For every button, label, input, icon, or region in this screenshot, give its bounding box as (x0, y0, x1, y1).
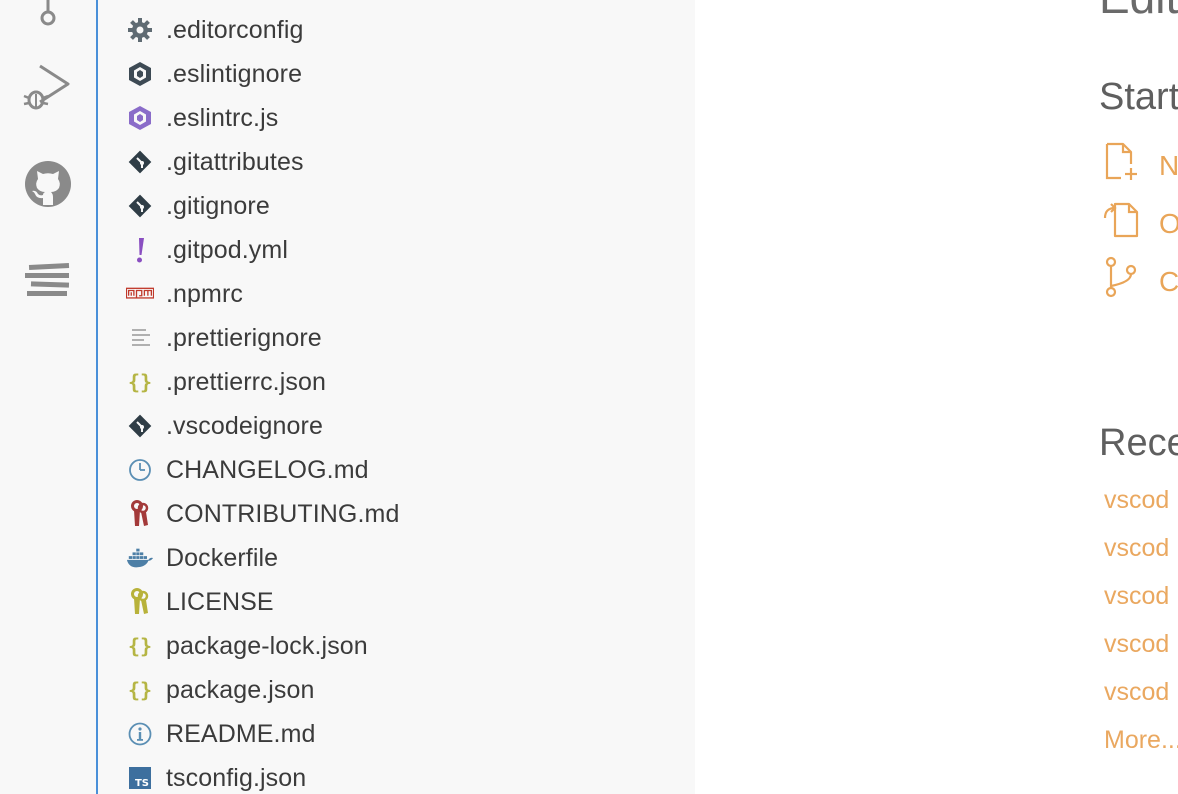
recent-item[interactable]: vscod (1104, 486, 1169, 515)
recent-item[interactable]: vscod (1104, 582, 1169, 611)
npm-icon (126, 280, 154, 308)
source-control-icon[interactable] (18, 0, 78, 38)
file-name: README.md (166, 719, 316, 748)
file-item-vscodeignore[interactable]: .vscodeignore (98, 404, 695, 448)
file-name: .eslintignore (166, 59, 303, 88)
more-recent-link[interactable]: More... (1104, 726, 1178, 755)
file-item-contributing[interactable]: CONTRIBUTING.md (98, 492, 695, 536)
braces-icon: {} (126, 632, 154, 660)
file-item-eslintignore[interactable]: .eslintignore (98, 52, 695, 96)
recent-item[interactable]: vscod (1104, 630, 1169, 659)
key-red-icon (126, 500, 154, 528)
lines-icon (126, 324, 154, 352)
new-file-link[interactable]: N (1103, 142, 1178, 187)
open-file-link[interactable]: O (1103, 200, 1178, 245)
file-name: CHANGELOG.md (166, 455, 369, 484)
file-item-tsconfig[interactable]: TS tsconfig.json (98, 756, 695, 794)
open-file-icon (1103, 200, 1143, 245)
eslint-purple-icon (126, 104, 154, 132)
file-item-dockerfile[interactable]: Dockerfile (98, 536, 695, 580)
file-name: .vscodeignore (166, 411, 323, 440)
file-item-prettierignore[interactable]: .prettierignore (98, 316, 695, 360)
typescript-icon: TS (126, 764, 154, 792)
file-item-editorconfig[interactable]: .editorconfig (98, 8, 695, 52)
clone-repo-icon (1103, 256, 1143, 305)
file-name: CONTRIBUTING.md (166, 499, 400, 528)
new-file-label: N (1159, 150, 1178, 181)
svg-text:{}: {} (128, 678, 152, 702)
svg-text:TS: TS (135, 778, 149, 789)
recent-item[interactable]: vscod (1104, 534, 1169, 563)
activity-bar (0, 0, 96, 794)
new-file-icon (1103, 142, 1143, 187)
file-name: LICENSE (166, 587, 274, 616)
file-item-gitignore[interactable]: .gitignore (98, 184, 695, 228)
start-section-title: Start (1099, 76, 1178, 118)
file-name: .prettierignore (166, 323, 322, 352)
run-debug-icon[interactable] (18, 58, 78, 118)
clone-repo-link[interactable]: C (1103, 256, 1178, 305)
vscode-window: .editorconfig .eslintignore .eslintrc.js… (0, 0, 1178, 794)
braces-icon: {} (126, 368, 154, 396)
file-name: .gitpod.yml (166, 235, 288, 264)
explorer-sidebar: .editorconfig .eslintignore .eslintrc.js… (96, 0, 697, 794)
git-icon (126, 412, 154, 440)
clock-icon (126, 456, 154, 484)
file-item-eslintrc[interactable]: .eslintrc.js (98, 96, 695, 140)
recent-item[interactable]: vscod (1104, 678, 1169, 707)
file-item-changelog[interactable]: CHANGELOG.md (98, 448, 695, 492)
file-item-prettierrc[interactable]: {} .prettierrc.json (98, 360, 695, 404)
file-name: .gitignore (166, 191, 270, 220)
file-name: package.json (166, 675, 315, 704)
git-icon (126, 148, 154, 176)
file-item-npmrc[interactable]: .npmrc (98, 272, 695, 316)
timeline-icon[interactable] (18, 250, 78, 310)
gear-icon (126, 16, 154, 44)
welcome-editor: Edit Start N (695, 0, 1178, 794)
file-item-readme[interactable]: README.md (98, 712, 695, 756)
svg-text:{}: {} (128, 370, 152, 394)
key-yellow-icon (126, 588, 154, 616)
exclamation-icon (126, 236, 154, 264)
file-name: package-lock.json (166, 631, 368, 660)
info-icon (126, 720, 154, 748)
github-icon[interactable] (18, 154, 78, 214)
open-file-label: O (1159, 208, 1178, 239)
file-name: .eslintrc.js (166, 103, 279, 132)
git-icon (126, 192, 154, 220)
docker-icon (126, 544, 154, 572)
file-name: .npmrc (166, 279, 244, 308)
eslint-icon (126, 60, 154, 88)
file-name: .prettierrc.json (166, 367, 326, 396)
braces-icon: {} (126, 676, 154, 704)
clone-repo-label: C (1159, 266, 1178, 297)
file-item-gitpod[interactable]: .gitpod.yml (98, 228, 695, 272)
welcome-title: Edit (1099, 0, 1178, 24)
svg-text:{}: {} (128, 634, 152, 658)
file-tree: .editorconfig .eslintignore .eslintrc.js… (98, 8, 695, 794)
file-item-gitattributes[interactable]: .gitattributes (98, 140, 695, 184)
file-name: .editorconfig (166, 15, 304, 44)
file-name: .gitattributes (166, 147, 304, 176)
file-name: Dockerfile (166, 543, 279, 572)
file-name: tsconfig.json (166, 763, 307, 792)
file-item-package-lock[interactable]: {} package-lock.json (98, 624, 695, 668)
file-item-package-json[interactable]: {} package.json (98, 668, 695, 712)
recent-section-title: Rece (1099, 422, 1178, 464)
file-item-license[interactable]: LICENSE (98, 580, 695, 624)
